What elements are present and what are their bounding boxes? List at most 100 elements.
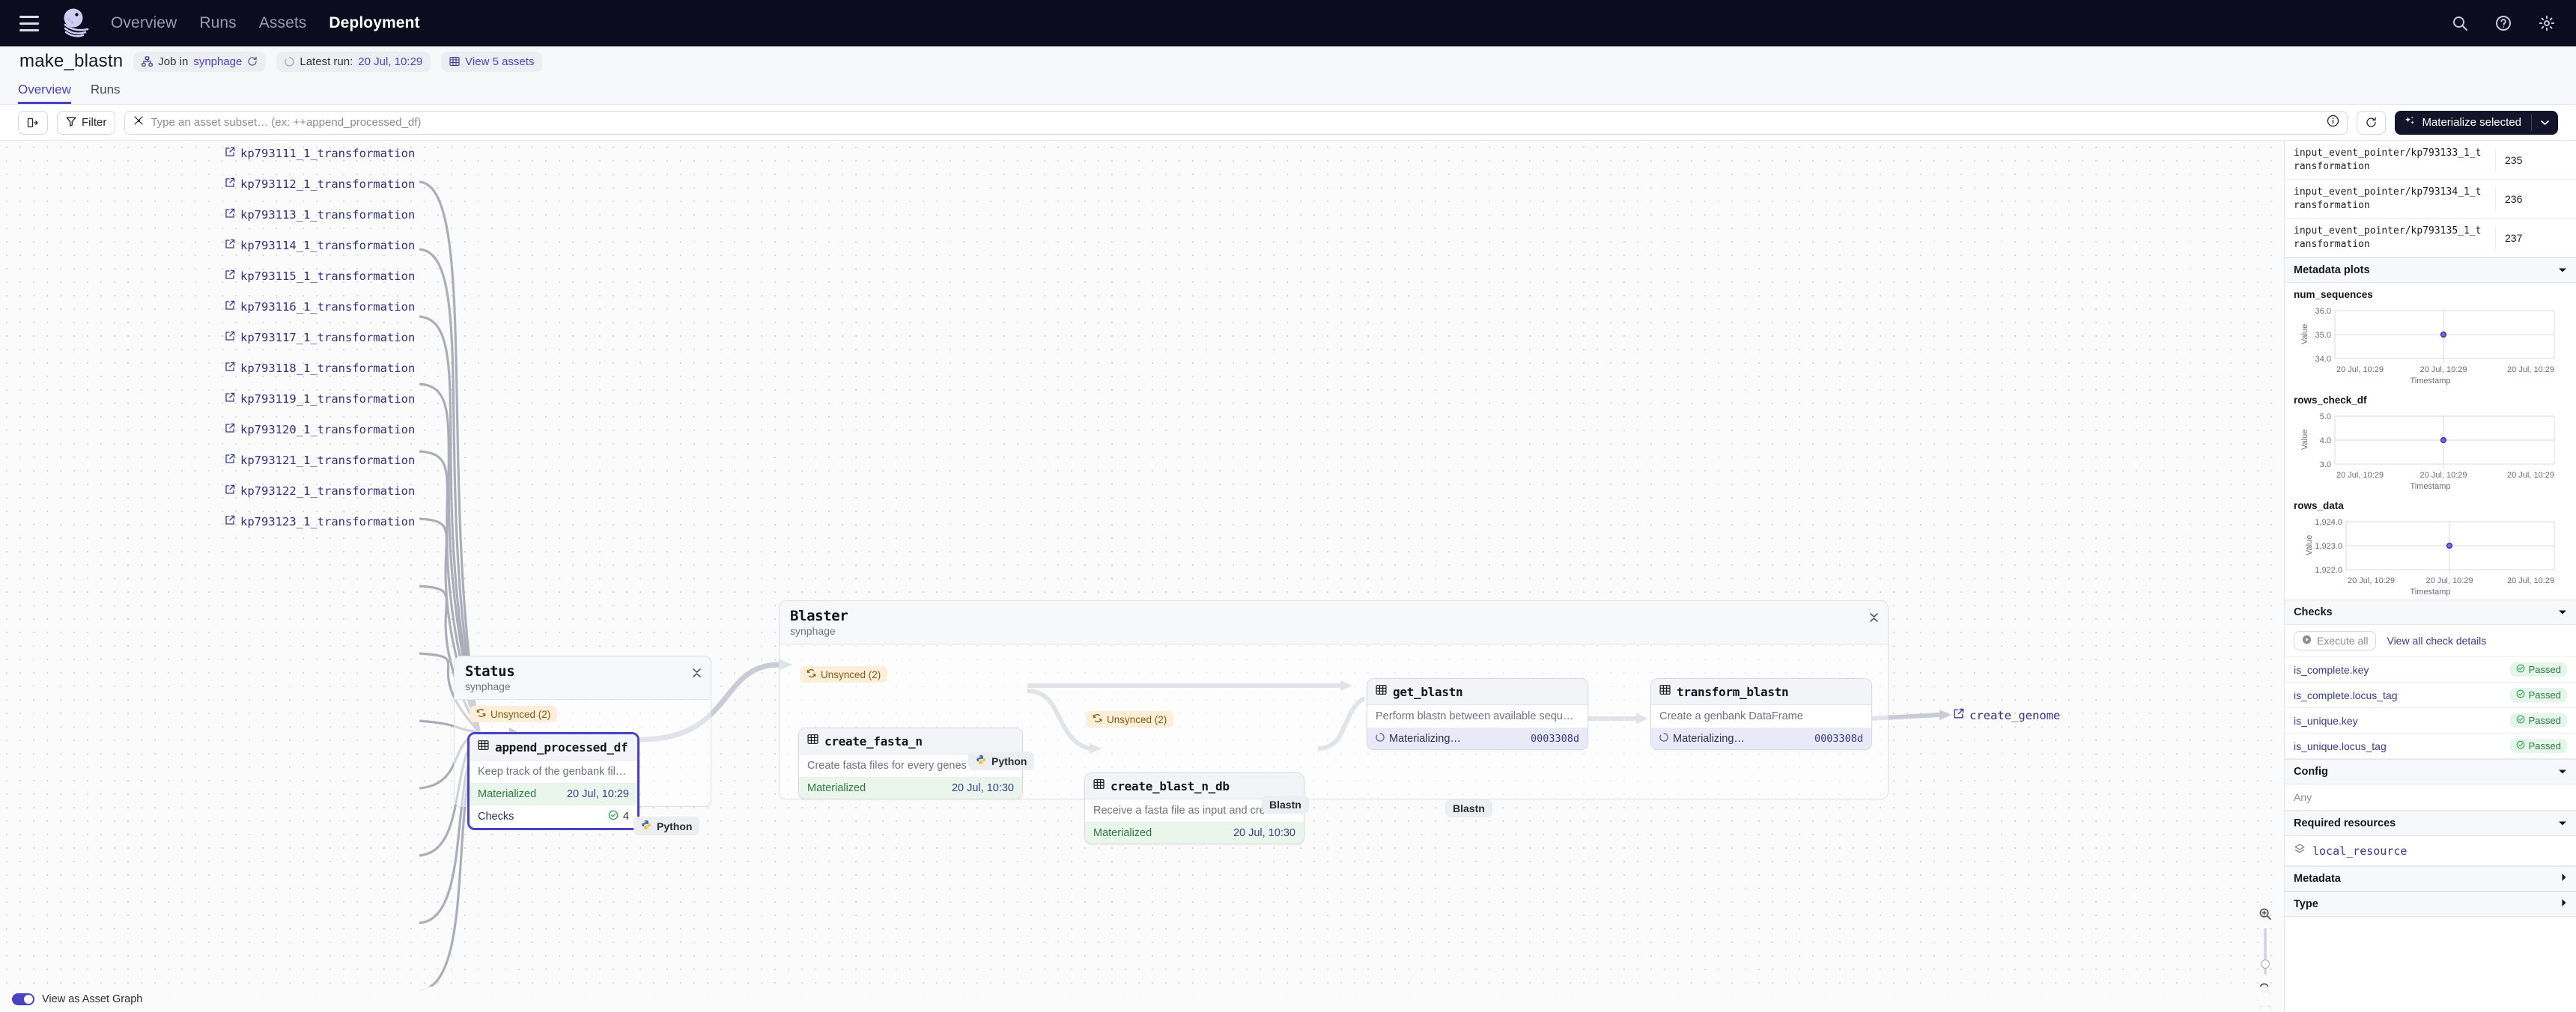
filter-button[interactable]: Filter xyxy=(57,110,116,135)
asset-graph-canvas[interactable]: kp793111_1_transformation kp793112_1_tra… xyxy=(0,141,2284,1012)
materialized-time[interactable]: 20 Jul, 10:29 xyxy=(567,788,629,800)
chevron-down-icon[interactable] xyxy=(2558,606,2567,618)
upstream-asset-item[interactable]: kp793112_1_transformation xyxy=(225,168,415,199)
check-name[interactable]: is_complete.key xyxy=(2294,664,2369,676)
nav-link-runs[interactable]: Runs xyxy=(199,14,236,32)
downstream-asset-label[interactable]: create_genome xyxy=(1969,709,2060,722)
upstream-asset-item[interactable]: kp793118_1_transformation xyxy=(225,353,415,383)
collapse-icon[interactable] xyxy=(692,667,702,683)
view-all-check-details-link[interactable]: View all check details xyxy=(2387,635,2486,647)
chevron-right-icon[interactable] xyxy=(2561,898,2567,910)
search-icon[interactable] xyxy=(2449,12,2471,34)
upstream-asset-label[interactable]: kp793115_1_transformation xyxy=(240,269,415,283)
check-row[interactable]: is_complete.locus_tag Passed xyxy=(2285,683,2576,709)
check-row[interactable]: is_complete.key Passed xyxy=(2285,657,2576,683)
check-row[interactable]: is_unique.key Passed xyxy=(2285,708,2576,734)
asset-node-get-blastn[interactable]: get_blastn Perform blastn between availa… xyxy=(1367,678,1588,750)
tab-overview[interactable]: Overview xyxy=(18,82,71,104)
required-resource-name[interactable]: local_resource xyxy=(2312,844,2407,858)
job-chip-location[interactable]: synphage xyxy=(193,55,242,68)
panel-toggle-icon[interactable] xyxy=(18,110,48,135)
materializing-run-id[interactable]: 0003308d xyxy=(1531,733,1579,745)
chevron-down-icon[interactable] xyxy=(2558,264,2567,276)
section-header-metadata[interactable]: Metadata xyxy=(2285,866,2576,892)
zoom-slider-knob[interactable] xyxy=(2261,960,2270,969)
upstream-asset-label[interactable]: kp793120_1_transformation xyxy=(240,423,415,436)
upstream-asset-label[interactable]: kp793113_1_transformation xyxy=(240,208,415,222)
reload-icon[interactable] xyxy=(247,56,258,67)
nav-link-assets[interactable]: Assets xyxy=(259,14,307,32)
asset-node-checks-row[interactable]: Checks 4 xyxy=(470,805,637,828)
check-name[interactable]: is_unique.key xyxy=(2294,715,2358,727)
upstream-asset-label[interactable]: kp793111_1_transformation xyxy=(240,147,415,160)
materialized-time[interactable]: 20 Jul, 10:30 xyxy=(952,782,1014,794)
materializing-run-id[interactable]: 0003308d xyxy=(1814,733,1863,745)
upstream-asset-label[interactable]: kp793118_1_transformation xyxy=(240,362,415,375)
nav-link-deployment[interactable]: Deployment xyxy=(329,14,419,32)
dagster-logo[interactable] xyxy=(55,7,94,40)
upstream-asset-label[interactable]: kp793123_1_transformation xyxy=(240,515,415,528)
upstream-asset-item[interactable]: kp793123_1_transformation xyxy=(225,506,415,537)
upstream-asset-item[interactable]: kp793115_1_transformation xyxy=(225,260,415,291)
required-resource-row[interactable]: local_resource xyxy=(2285,836,2576,867)
tab-runs[interactable]: Runs xyxy=(91,82,121,104)
zoom-in-icon[interactable] xyxy=(2257,906,2273,922)
upstream-asset-label[interactable]: kp793119_1_transformation xyxy=(240,392,415,406)
materialize-selected-button[interactable]: Materialize selected xyxy=(2395,110,2558,135)
asset-tag-python-fasta[interactable]: Python xyxy=(968,752,1035,770)
upstream-asset-item[interactable]: kp793114_1_transformation xyxy=(225,230,415,260)
upstream-asset-label[interactable]: kp793116_1_transformation xyxy=(240,300,415,314)
view-assets-label[interactable]: View 5 assets xyxy=(465,55,534,68)
help-icon[interactable] xyxy=(2492,12,2515,34)
section-header-metadata-plots[interactable]: Metadata plots xyxy=(2285,257,2576,284)
asset-tag-python-status[interactable]: Python xyxy=(634,817,700,835)
view-assets-chip[interactable]: View 5 assets xyxy=(441,51,543,72)
menu-icon[interactable] xyxy=(19,9,48,37)
upstream-asset-item[interactable]: kp793111_1_transformation xyxy=(225,141,415,168)
asset-selection-search[interactable]: Type an asset subset… (ex: ++append_proc… xyxy=(124,110,2348,135)
upstream-asset-label[interactable]: kp793114_1_transformation xyxy=(240,239,415,252)
chevron-right-icon[interactable] xyxy=(2561,873,2567,885)
upstream-asset-label[interactable]: kp793112_1_transformation xyxy=(240,177,415,191)
section-header-config[interactable]: Config xyxy=(2285,759,2576,785)
check-name[interactable]: is_complete.locus_tag xyxy=(2294,689,2398,701)
plot-ytick: 1,922.0 xyxy=(2315,566,2342,575)
upstream-asset-item[interactable]: kp793119_1_transformation xyxy=(225,383,415,414)
check-row[interactable]: is_unique.locus_tag Passed xyxy=(2285,734,2576,760)
upstream-asset-item[interactable]: kp793120_1_transformation xyxy=(225,414,415,445)
latest-run-chip[interactable]: Latest run: 20 Jul, 10:29 xyxy=(276,51,431,72)
upstream-asset-item[interactable]: kp793113_1_transformation xyxy=(225,199,415,230)
execute-all-button[interactable]: Execute all xyxy=(2294,631,2377,651)
upstream-asset-item[interactable]: kp793116_1_transformation xyxy=(225,291,415,322)
zoom-slider[interactable] xyxy=(2261,928,2270,975)
asset-node-append-processed-df[interactable]: append_processed_df Keep track of the ge… xyxy=(467,732,640,830)
check-name[interactable]: is_unique.locus_tag xyxy=(2294,740,2387,752)
upstream-asset-item[interactable]: kp793122_1_transformation xyxy=(225,475,415,506)
chevron-down-icon[interactable] xyxy=(2558,817,2567,829)
upstream-asset-label[interactable]: kp793121_1_transformation xyxy=(240,454,415,467)
collapse-icon[interactable] xyxy=(1869,612,1879,627)
refresh-button[interactable] xyxy=(2357,110,2387,135)
upstream-asset-label[interactable]: kp793117_1_transformation xyxy=(240,331,415,344)
asset-tag-blastn-get[interactable]: Blastn xyxy=(1445,799,1492,817)
section-header-required-resources[interactable]: Required resources xyxy=(2285,811,2576,837)
materialized-time[interactable]: 20 Jul, 10:30 xyxy=(1233,827,1295,839)
latest-run-time[interactable]: 20 Jul, 10:29 xyxy=(358,55,422,68)
section-header-checks[interactable]: Checks xyxy=(2285,600,2576,626)
upstream-asset-label[interactable]: kp793122_1_transformation xyxy=(240,484,415,498)
chevron-down-icon[interactable] xyxy=(2558,766,2567,778)
section-header-type[interactable]: Type xyxy=(2285,891,2576,918)
asset-tag-blastn-db[interactable]: Blastn xyxy=(1262,796,1309,814)
asset-details-sidebar[interactable]: input_event_pointer/kp793133_1_transform… xyxy=(2284,141,2576,1012)
downstream-asset-create-genome[interactable]: create_genome xyxy=(1953,708,2060,722)
chevron-down-icon[interactable] xyxy=(2532,116,2558,129)
nav-link-overview[interactable]: Overview xyxy=(111,14,177,32)
job-location-chip[interactable]: Job in synphage xyxy=(133,51,267,72)
user-settings-icon[interactable] xyxy=(2536,12,2558,34)
asset-node-transform-blastn[interactable]: transform_blastn Create a genbank DataFr… xyxy=(1650,678,1872,750)
view-as-asset-graph-toggle[interactable] xyxy=(12,993,34,1005)
upstream-asset-item[interactable]: kp793121_1_transformation xyxy=(225,445,415,475)
upstream-asset-item[interactable]: kp793117_1_transformation xyxy=(225,322,415,353)
plot-xtick: 20 Jul, 10:29 xyxy=(2336,365,2384,374)
info-icon[interactable] xyxy=(2327,115,2339,131)
